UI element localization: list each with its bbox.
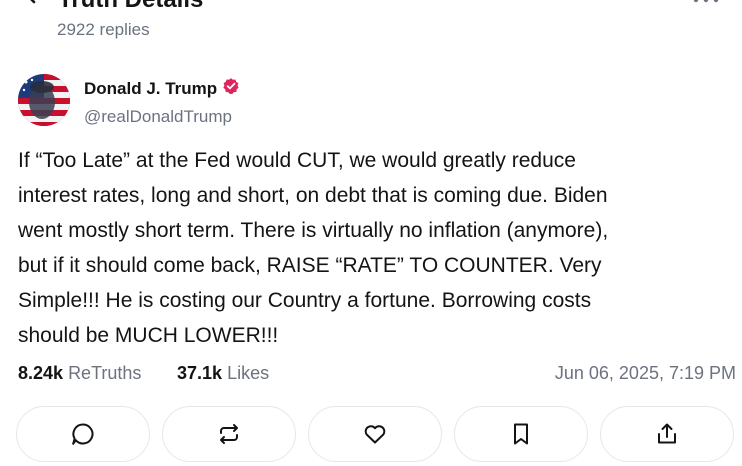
- author-handle[interactable]: @realDonaldTrump: [84, 106, 232, 128]
- retruths-count: 8.24k: [18, 363, 64, 383]
- post-stats: 8.24k ReTruths 37.1k Likes Jun 06, 2025,…: [18, 360, 736, 386]
- arrow-left-icon: [21, 0, 47, 13]
- post-line: Simple!!! He is costing our Country a fo…: [18, 289, 592, 312]
- likes-label: Likes: [227, 363, 270, 383]
- bookmark-button[interactable]: [454, 406, 588, 462]
- back-button[interactable]: [14, 0, 54, 14]
- post-line: should be MUCH LOWER!!!: [18, 324, 279, 347]
- bookmark-icon: [508, 421, 534, 447]
- post-line: If “Too Late” at the Fed would CUT, we w…: [18, 149, 576, 172]
- retruths-stat[interactable]: 8.24k ReTruths: [18, 360, 141, 386]
- retruth-button[interactable]: [162, 406, 296, 462]
- retruths-label: ReTruths: [68, 363, 142, 383]
- reply-count: 2922 replies: [57, 20, 150, 39]
- likes-stat[interactable]: 37.1k Likes: [177, 360, 269, 386]
- retruth-icon: [216, 421, 242, 447]
- post-timestamp: Jun 06, 2025, 7:19 PM: [554, 363, 736, 383]
- heart-icon: [362, 421, 388, 447]
- reply-button[interactable]: [16, 406, 150, 462]
- page-title: Truth Details: [58, 0, 203, 14]
- action-bar: [16, 406, 734, 466]
- reply-icon: [70, 421, 96, 447]
- author-display-name: Donald J. Trump: [84, 79, 218, 98]
- like-button[interactable]: [308, 406, 442, 462]
- share-button[interactable]: [600, 406, 734, 462]
- post-line: but if it should come back, RAISE “RATE”…: [18, 254, 602, 277]
- share-icon: [654, 421, 680, 447]
- post-line: interest rates, long and short, on debt …: [18, 184, 608, 207]
- post-body: If “Too Late” at the Fed would CUT, we w…: [18, 143, 724, 353]
- page-header: Truth Details 2922 replies: [0, 0, 742, 50]
- verified-badge-icon: [222, 77, 240, 101]
- avatar[interactable]: [18, 74, 70, 126]
- more-icon: [693, 0, 719, 9]
- likes-count: 37.1k: [177, 363, 223, 383]
- post-line: went mostly short term. There is virtual…: [18, 219, 609, 242]
- author-name[interactable]: Donald J. Trump: [84, 77, 240, 101]
- more-options-button[interactable]: [688, 0, 724, 10]
